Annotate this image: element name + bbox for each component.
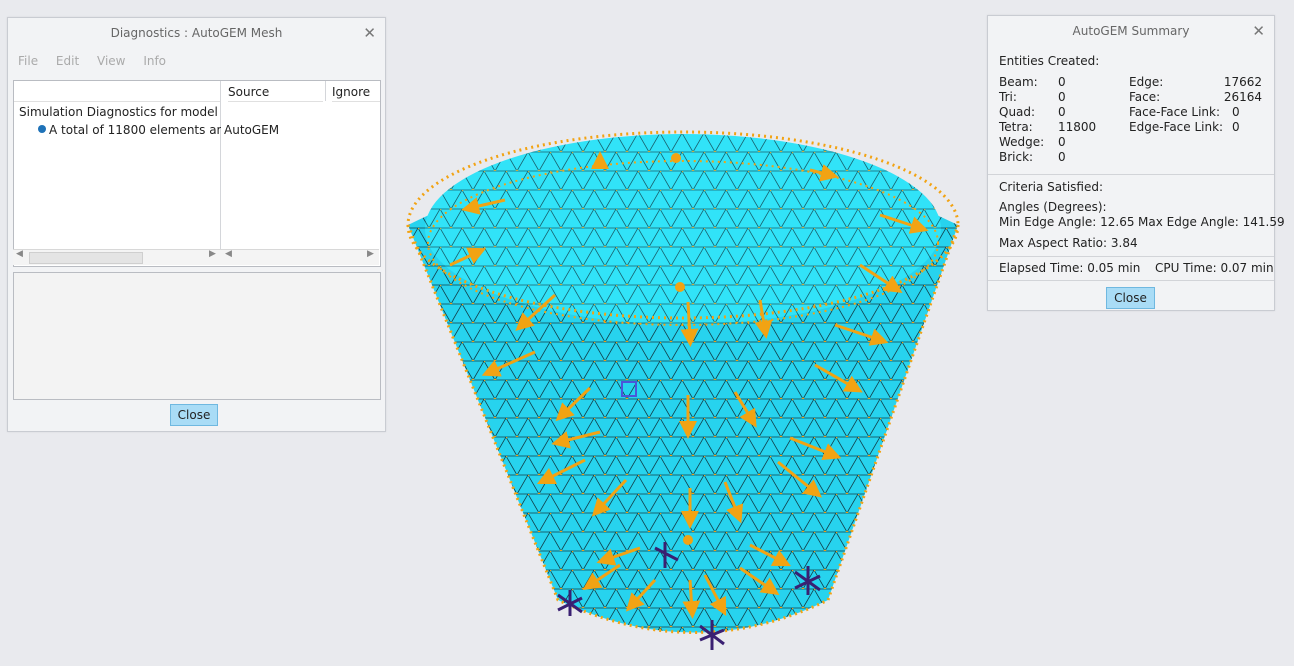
column-header-ignore[interactable]: Ignore bbox=[332, 81, 380, 102]
quad-label: Quad: bbox=[999, 105, 1036, 119]
wedge-label: Wedge: bbox=[999, 135, 1045, 149]
close-button[interactable]: Close bbox=[1106, 287, 1155, 309]
divider bbox=[988, 256, 1274, 257]
edge-label: Edge: bbox=[1129, 75, 1164, 89]
cpu-time: CPU Time: 0.07 min bbox=[1155, 261, 1274, 275]
close-icon[interactable]: ✕ bbox=[1252, 16, 1265, 46]
cpu-time-value: 0.07 min bbox=[1220, 261, 1274, 275]
divider bbox=[988, 174, 1274, 175]
menu-edit[interactable]: Edit bbox=[56, 54, 79, 68]
scroll-right-icon[interactable]: ▶ bbox=[367, 249, 374, 259]
column-divider bbox=[325, 81, 326, 101]
angles-heading: Angles (Degrees): bbox=[999, 200, 1107, 214]
tree-root-item[interactable]: Simulation Diagnostics for model CON bbox=[19, 103, 221, 121]
edge-value: 17662 bbox=[1223, 75, 1262, 89]
diagnostics-list[interactable]: Source Ignore Simulation Diagnostics for… bbox=[13, 80, 381, 267]
diagnostics-dialog: Diagnostics : AutoGEM Mesh ✕ File Edit V… bbox=[7, 17, 386, 432]
column-header-source[interactable]: Source bbox=[228, 81, 323, 102]
criteria-heading: Criteria Satisfied: bbox=[999, 180, 1104, 194]
edge-face-link-label: Edge-Face Link: bbox=[1129, 120, 1224, 134]
horizontal-scrollbar[interactable]: ◀ ▶ ◀ ▶ bbox=[13, 249, 379, 265]
cpu-time-label: CPU Time: bbox=[1155, 261, 1217, 275]
max-edge-angle-label: Max Edge Angle: bbox=[1138, 215, 1239, 229]
edge-face-link-value: 0 bbox=[1232, 120, 1240, 134]
detail-panel bbox=[13, 272, 381, 400]
min-edge-angle-label: Min Edge Angle: bbox=[999, 215, 1097, 229]
tri-value: 0 bbox=[1058, 90, 1066, 104]
scroll-left-icon[interactable]: ◀ bbox=[225, 249, 232, 259]
max-aspect-ratio-value: 3.84 bbox=[1110, 236, 1138, 250]
min-edge-angle-value: 12.65 bbox=[1100, 215, 1135, 229]
menu-info[interactable]: Info bbox=[143, 54, 166, 68]
close-icon[interactable]: ✕ bbox=[363, 18, 376, 48]
elapsed-time-value: 0.05 min bbox=[1087, 261, 1141, 275]
diagnostics-titlebar: Diagnostics : AutoGEM Mesh ✕ bbox=[8, 18, 385, 48]
menu-view[interactable]: View bbox=[97, 54, 125, 68]
tree-child-text: A total of 11800 elements and 32 bbox=[49, 123, 221, 137]
diagnostics-title: Diagnostics : AutoGEM Mesh bbox=[110, 26, 283, 40]
max-aspect-ratio: Max Aspect Ratio: 3.84 bbox=[999, 236, 1138, 250]
tetra-value: 11800 bbox=[1058, 120, 1097, 134]
elapsed-time-label: Elapsed Time: bbox=[999, 261, 1084, 275]
cone-mesh[interactable] bbox=[406, 130, 960, 634]
elapsed-time: Elapsed Time: 0.05 min bbox=[999, 261, 1140, 275]
quad-value: 0 bbox=[1058, 105, 1066, 119]
close-button[interactable]: Close bbox=[170, 404, 218, 426]
tree-child-source: AutoGEM bbox=[224, 123, 280, 137]
info-bullet-icon bbox=[38, 125, 46, 133]
menu-bar: File Edit View Info bbox=[8, 48, 385, 74]
menu-file[interactable]: File bbox=[18, 54, 38, 68]
brick-value: 0 bbox=[1058, 150, 1066, 164]
beam-value: 0 bbox=[1058, 75, 1066, 89]
face-label: Face: bbox=[1129, 90, 1161, 104]
tree-child-item[interactable]: A total of 11800 elements and 32 bbox=[38, 121, 221, 139]
max-edge-angle: Max Edge Angle: 141.59 bbox=[1138, 215, 1285, 229]
scroll-thumb[interactable] bbox=[29, 252, 143, 264]
autogem-summary-dialog: AutoGEM Summary ✕ Entities Created: Beam… bbox=[987, 15, 1285, 311]
min-edge-angle: Min Edge Angle: 12.65 bbox=[999, 215, 1135, 229]
tri-label: Tri: bbox=[999, 90, 1017, 104]
summary-titlebar: AutoGEM Summary ✕ bbox=[988, 16, 1274, 46]
scroll-left-icon[interactable]: ◀ bbox=[16, 249, 23, 259]
max-edge-angle-value: 141.59 bbox=[1242, 215, 1285, 229]
face-face-link-value: 0 bbox=[1232, 105, 1240, 119]
column-header-message[interactable] bbox=[14, 81, 220, 102]
tetra-label: Tetra: bbox=[999, 120, 1033, 134]
face-face-link-label: Face-Face Link: bbox=[1129, 105, 1221, 119]
entities-heading: Entities Created: bbox=[999, 54, 1100, 68]
brick-label: Brick: bbox=[999, 150, 1034, 164]
scroll-right-icon[interactable]: ▶ bbox=[209, 249, 216, 259]
max-aspect-ratio-label: Max Aspect Ratio: bbox=[999, 236, 1108, 250]
wedge-value: 0 bbox=[1058, 135, 1066, 149]
beam-label: Beam: bbox=[999, 75, 1038, 89]
divider bbox=[988, 280, 1274, 281]
face-value: 26164 bbox=[1223, 90, 1262, 104]
summary-title: AutoGEM Summary bbox=[1072, 24, 1190, 38]
